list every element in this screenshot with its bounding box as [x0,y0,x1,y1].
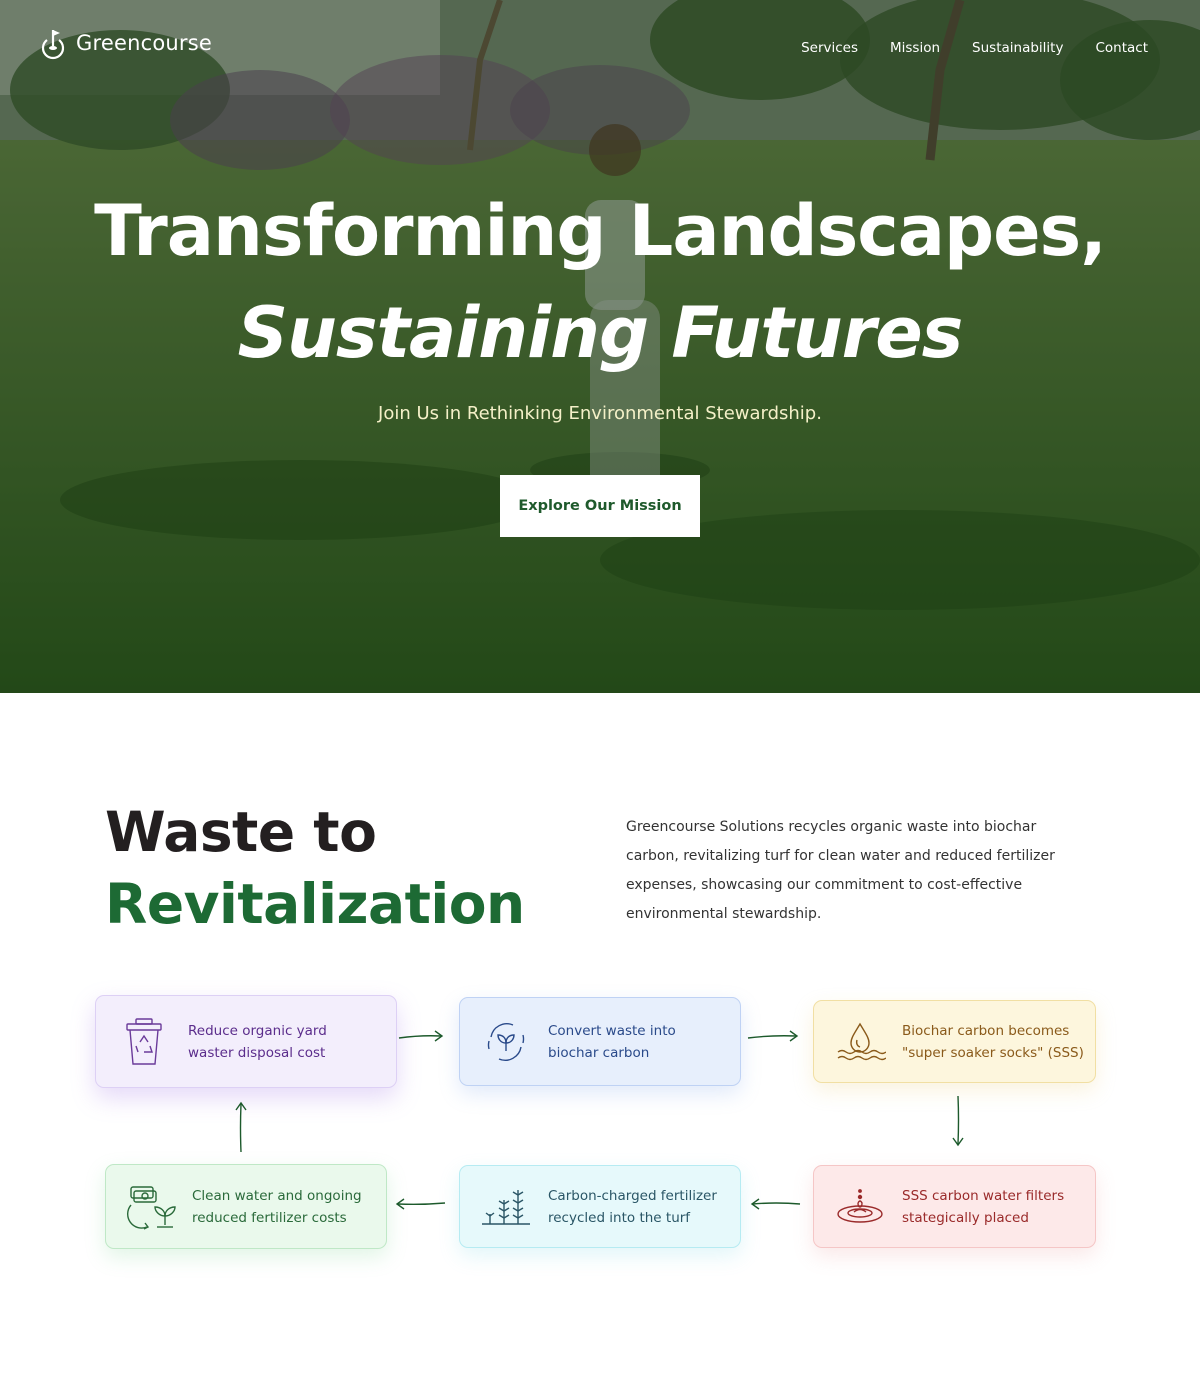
brand-logo[interactable]: Greencourse [38,26,212,60]
water-drop-icon [830,1020,890,1064]
step-1-label-line1: Reduce organic yard [188,1022,327,1039]
recycle-bin-icon [114,1016,174,1068]
step-1-label-line2: waster disposal cost [188,1044,326,1061]
step-2-label-line2: biochar carbon [548,1044,650,1061]
arrow-left-icon [750,1198,801,1210]
hero-title: Transforming Landscapes, Sustaining Futu… [0,180,1200,384]
hero-section: Greencourse Services Mission Sustainabil… [0,0,1200,693]
hero-title-line2: Sustaining Futures [237,292,964,374]
step-card-reduce-waste: Reduce organic yard waster disposal cost [95,995,397,1088]
step-4-label-line2: stategically placed [902,1209,1029,1226]
water-ripple-icon [830,1187,890,1227]
nav-sustainability[interactable]: Sustainability [972,40,1063,56]
section-description: Greencourse Solutions recycles organic w… [626,819,1055,922]
step-6-label-line2: reduced fertilizer costs [192,1209,347,1226]
nav-contact[interactable]: Contact [1095,40,1148,56]
arrow-right-icon [747,1030,799,1042]
arrow-down-icon [952,1095,964,1147]
money-plant-icon [122,1183,182,1231]
brand-name: Greencourse [76,31,212,55]
step-4-label-line1: SSS carbon water filters [902,1187,1065,1204]
section-title-line1: Waste to [105,800,377,864]
step-5-label-line1: Carbon-charged fertilizer [548,1187,717,1204]
hero-title-line1: Transforming Landscapes, [94,190,1107,272]
step-5-label-line2: recycled into the turf [548,1209,691,1226]
plants-icon [476,1186,536,1228]
main-nav: Services Mission Sustainability Contact [801,40,1148,56]
hero-subtitle: Join Us in Rethinking Environmental Stew… [378,403,822,424]
arrow-left-icon [395,1198,446,1210]
leaf-cycle-icon [476,1019,536,1065]
step-card-convert-biochar: Convert waste into biochar carbon [459,997,741,1086]
step-card-fertilizer-recycled: Carbon-charged fertilizer recycled into … [459,1165,741,1248]
arrow-up-icon [235,1101,247,1153]
explore-mission-button[interactable]: Explore Our Mission [500,475,700,537]
section-title-line2: Revitalization [105,872,525,936]
step-2-label-line1: Convert waste into [548,1022,676,1039]
step-6-label-line1: Clean water and ongoing [192,1187,362,1204]
section-title: Waste to Revitalization [105,796,525,940]
nav-mission[interactable]: Mission [890,40,940,56]
step-3-label-line1: Biochar carbon becomes [902,1022,1070,1039]
step-card-water-filters: SSS carbon water filters stategically pl… [813,1165,1096,1248]
golf-flag-icon [41,30,65,60]
step-card-super-soaker: Biochar carbon becomes "super soaker soc… [813,1000,1096,1083]
step-card-clean-water: Clean water and ongoing reduced fertiliz… [105,1164,387,1249]
arrow-right-icon [398,1030,444,1042]
nav-services[interactable]: Services [801,40,858,56]
step-3-label-line2: "super soaker socks" (SSS) [902,1044,1084,1061]
